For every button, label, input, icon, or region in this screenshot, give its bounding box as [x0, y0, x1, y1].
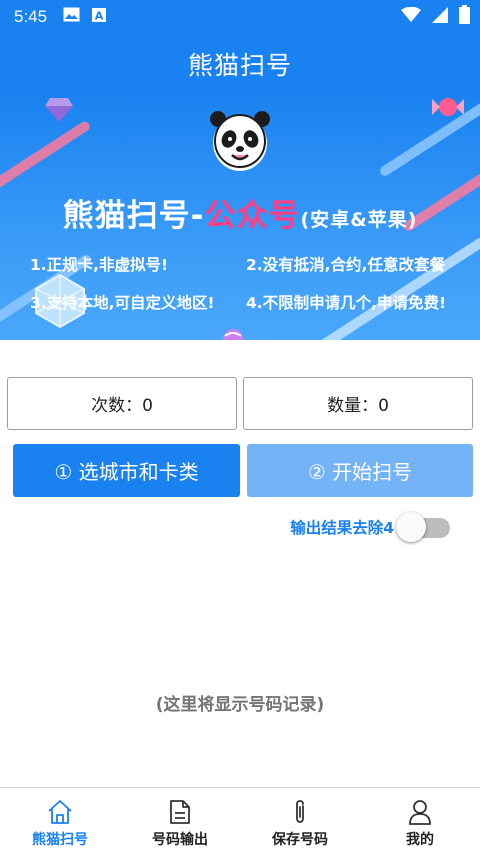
remove-4-toggle-row: 输出结果去除4: [290, 510, 452, 544]
gem-icon: [44, 97, 74, 127]
nav-item-me[interactable]: 我的: [360, 788, 480, 853]
banner-feature-2: 2.没有抵消,合约,任意改套餐: [246, 256, 445, 274]
status-time: 5:45: [14, 6, 48, 26]
candy-icon: [428, 95, 468, 125]
bottom-nav: 熊猫扫号 号码输出 保存号码 我的: [0, 787, 480, 853]
decor-streak: [313, 236, 480, 340]
user-icon: [408, 798, 432, 826]
nav-label-save: 保存号码: [272, 832, 328, 848]
nav-item-output[interactable]: 号码输出: [120, 788, 240, 853]
banner-title-main: 熊猫扫号-: [62, 198, 205, 234]
banner-feature-1: 1.正规卡,非虚拟号!: [30, 256, 169, 274]
lollipop-icon: [222, 327, 244, 340]
status-bar: 5:45 A: [0, 0, 480, 33]
panda-logo-icon: [210, 109, 270, 177]
select-city-card-button[interactable]: ① 选城市和卡类: [13, 444, 240, 497]
wifi-icon: [401, 6, 421, 27]
remove-4-label: 输出结果去除4: [290, 519, 394, 537]
page-title: 熊猫扫号: [187, 51, 292, 80]
promo-banner[interactable]: 熊猫扫号-公众号(安卓&苹果) 1.正规卡,非虚拟号! 2.没有抵消,合约,任意…: [0, 95, 480, 340]
home-icon: [47, 798, 73, 826]
nav-label-output: 号码输出: [152, 832, 208, 848]
image-icon: [63, 7, 80, 26]
nav-item-home[interactable]: 熊猫扫号: [0, 788, 120, 853]
banner-feature-3: 3.支持本地,可自定义地区!: [30, 294, 215, 312]
switch-thumb: [396, 512, 426, 542]
svg-text:A: A: [95, 10, 104, 23]
text-a-icon: A: [92, 7, 107, 26]
times-counter: 次数：0: [7, 377, 237, 430]
paperclip-icon: [292, 798, 308, 826]
nav-item-save[interactable]: 保存号码: [240, 788, 360, 853]
start-scan-button[interactable]: ② 开始扫号: [247, 444, 473, 497]
battery-icon: [459, 5, 470, 28]
nav-label-home: 熊猫扫号: [32, 832, 88, 848]
quantity-counter: 数量：0: [243, 377, 473, 430]
nav-label-me: 我的: [406, 832, 434, 848]
records-placeholder: (这里将显示号码记录): [155, 695, 325, 715]
banner-title: 熊猫扫号-公众号(安卓&苹果): [0, 190, 480, 235]
banner-title-sub: (安卓&苹果): [300, 209, 418, 231]
signal-icon: [431, 6, 449, 28]
remove-4-switch[interactable]: [396, 510, 452, 544]
app-bar: 熊猫扫号: [0, 33, 480, 95]
banner-title-accent: 公众号: [204, 198, 301, 234]
banner-feature-4: 4.不限制申请几个,申请免费!: [246, 294, 447, 312]
document-icon: [169, 798, 191, 826]
